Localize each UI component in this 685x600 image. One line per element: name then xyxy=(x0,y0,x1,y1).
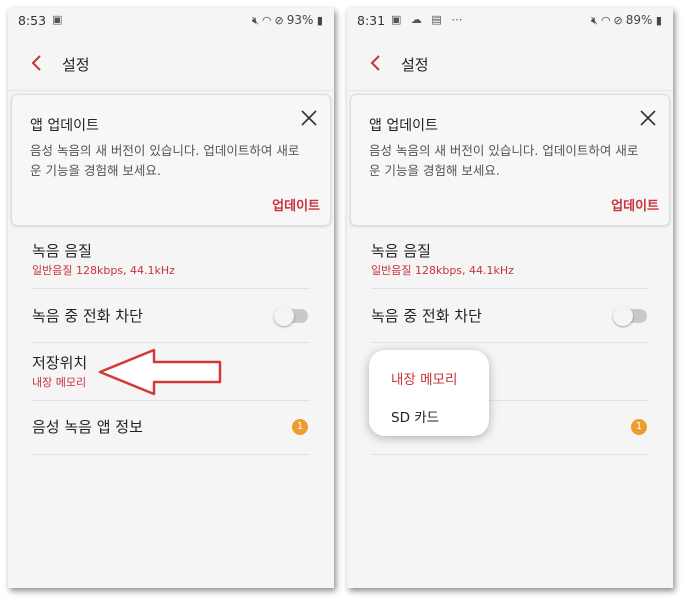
divider xyxy=(371,342,649,343)
divider xyxy=(371,454,649,455)
battery-percent: 93% xyxy=(286,13,314,27)
battery-icon: ▮ xyxy=(652,14,662,27)
status-time: 8:31 xyxy=(357,13,386,28)
card-description: 음성 녹음의 새 버전이 있습니다. 업데이트하여 새로운 기능을 경험해 보세… xyxy=(30,143,300,178)
close-icon[interactable] xyxy=(637,107,659,129)
recording-quality-setting[interactable]: 녹음 음질 일반음질 128kbps, 44.1kHz xyxy=(8,230,334,288)
status-right: 🔇︎ ◠ ⊘ 89% ▮ xyxy=(591,13,665,28)
more-icon: ⋯ xyxy=(451,13,466,26)
divider xyxy=(32,454,310,455)
image-icon: ▣ xyxy=(391,13,405,26)
storage-location-popup: 내장 메모리 SD 카드 xyxy=(369,350,489,436)
battery-percent: 89% xyxy=(625,13,653,27)
block-calls-setting[interactable]: 녹음 중 전화 차단 xyxy=(8,290,334,342)
divider xyxy=(371,288,649,289)
recording-quality-title: 녹음 음질 xyxy=(371,242,431,260)
update-button[interactable]: 업데이트 xyxy=(611,195,659,214)
status-time: 8:53 xyxy=(18,13,47,28)
block-calls-title: 녹음 중 전화 차단 xyxy=(32,307,143,325)
status-right: 🔇︎ ◠ ⊘ 93% ▮ xyxy=(252,13,326,28)
popup-option-sd-card[interactable]: SD 카드 xyxy=(391,406,439,426)
divider xyxy=(32,400,310,401)
battery-icon: ▮ xyxy=(313,14,323,27)
do-not-disturb-icon: ⊘ xyxy=(274,14,284,27)
divider xyxy=(32,288,310,289)
mute-icon: 🔇︎ xyxy=(252,14,259,27)
recording-quality-setting[interactable]: 녹음 음질 일반음질 128kbps, 44.1kHz xyxy=(347,230,673,288)
divider xyxy=(32,342,310,343)
card-title: 앱 업데이트 xyxy=(369,118,438,134)
card-description: 음성 녹음의 새 버전이 있습니다. 업데이트하여 새로운 기능을 경험해 보세… xyxy=(369,143,639,178)
toggle-knob xyxy=(613,306,633,326)
about-app-title: 음성 녹음 앱 정보 xyxy=(32,418,143,436)
update-button[interactable]: 업데이트 xyxy=(272,195,320,214)
divider xyxy=(8,90,334,91)
notification-icons: ▣ ☁ ▤ ⋯ xyxy=(391,13,465,26)
block-calls-title: 녹음 중 전화 차단 xyxy=(371,307,482,325)
update-badge: 1 xyxy=(292,419,308,435)
update-badge: 1 xyxy=(631,419,647,435)
app-bar: 설정 xyxy=(8,34,334,90)
app-bar: 설정 xyxy=(347,34,673,90)
do-not-disturb-icon: ⊘ xyxy=(613,14,623,27)
block-calls-setting[interactable]: 녹음 중 전화 차단 xyxy=(347,290,673,342)
left-phone-screen: 8:53 ▣ 🔇︎ ◠ ⊘ 93% ▮ 설정 앱 업데이트 음성 녹음의 새 버전이 … xyxy=(8,8,334,588)
card-title: 앱 업데이트 xyxy=(30,118,99,134)
wifi-icon: ◠ xyxy=(600,14,611,27)
storage-location-title: 저장위치 xyxy=(32,354,88,372)
back-arrow-icon[interactable] xyxy=(365,52,387,74)
update-card: 앱 업데이트 음성 녹음의 새 버전이 있습니다. 업데이트하여 새로운 기능을… xyxy=(11,94,331,226)
back-arrow-icon[interactable] xyxy=(26,52,48,74)
block-calls-toggle[interactable] xyxy=(613,306,647,326)
about-app-setting[interactable]: 음성 녹음 앱 정보 1 xyxy=(8,402,334,454)
page-title: 설정 xyxy=(401,56,429,74)
update-card: 앱 업데이트 음성 녹음의 새 버전이 있습니다. 업데이트하여 새로운 기능을… xyxy=(350,94,670,226)
image-notification-icon: ▣ xyxy=(52,13,66,26)
close-icon[interactable] xyxy=(298,107,320,129)
toggle-knob xyxy=(274,306,294,326)
recording-quality-value: 일반음질 128kbps, 44.1kHz xyxy=(371,264,514,277)
app-icon: ▤ xyxy=(431,13,445,26)
right-phone-screen: 8:31 ▣ ☁ ▤ ⋯ 🔇︎ ◠ ⊘ 89% ▮ 설정 앱 업데이트 음성 녹음의 … xyxy=(347,8,673,588)
page-title: 설정 xyxy=(62,56,90,74)
block-calls-toggle[interactable] xyxy=(274,306,308,326)
wifi-icon: ◠ xyxy=(261,14,272,27)
status-bar: 8:31 ▣ ☁ ▤ ⋯ 🔇︎ ◠ ⊘ 89% ▮ xyxy=(347,8,673,34)
popup-option-internal-memory[interactable]: 내장 메모리 xyxy=(391,368,457,388)
mute-icon: 🔇︎ xyxy=(591,14,598,27)
status-bar: 8:53 ▣ 🔇︎ ◠ ⊘ 93% ▮ xyxy=(8,8,334,34)
recording-quality-value: 일반음질 128kbps, 44.1kHz xyxy=(32,264,175,277)
storage-location-value: 내장 메모리 xyxy=(32,376,87,389)
divider xyxy=(347,90,673,91)
cloud-icon: ☁ xyxy=(410,13,425,26)
red-arrow-annotation xyxy=(98,348,222,396)
recording-quality-title: 녹음 음질 xyxy=(32,242,92,260)
